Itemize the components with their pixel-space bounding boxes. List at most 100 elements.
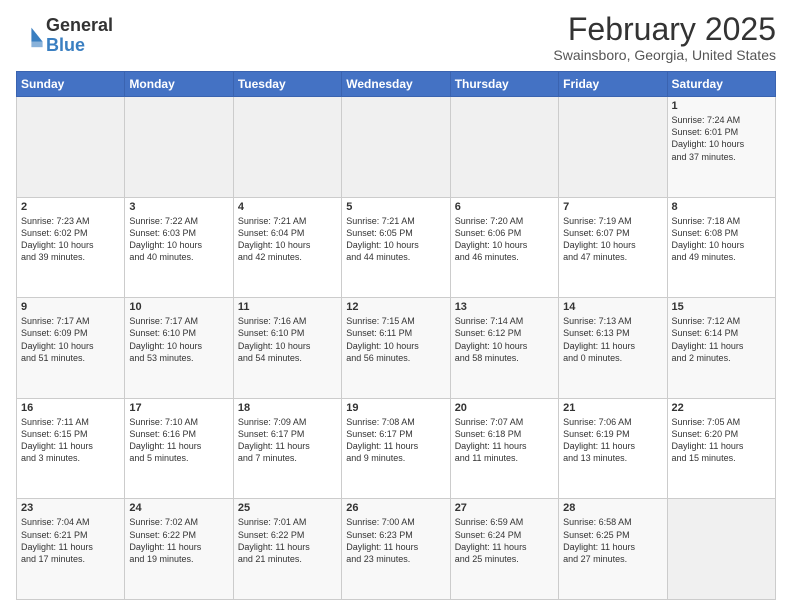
calendar-cell: 12 Sunrise: 7:15 AM Sunset: 6:11 PM Dayli…: [342, 298, 450, 399]
calendar-cell: 4Sunrise: 7:21 AM Sunset: 6:04 PM Daylig…: [233, 197, 341, 298]
day-info: Sunrise: 7:15 AM Sunset: 6:11 PM Dayligh…: [346, 315, 445, 364]
calendar-cell: 8 Sunrise: 7:18 AM Sunset: 6:08 PM Daylig…: [667, 197, 775, 298]
day-info: Sunrise: 7:18 AM Sunset: 6:08 PM Dayligh…: [672, 215, 771, 264]
calendar-cell: 16Sunrise: 7:11 AM Sunset: 6:15 PM Dayli…: [17, 398, 125, 499]
day-info: Sunrise: 7:01 AM Sunset: 6:22 PM Dayligh…: [238, 516, 337, 565]
logo: General Blue: [16, 16, 113, 56]
day-number: 25: [238, 502, 337, 514]
day-number: 8: [672, 201, 771, 213]
weekday-header: Thursday: [450, 72, 558, 97]
day-number: 3: [129, 201, 228, 213]
day-number: 4: [238, 201, 337, 213]
calendar-cell: 11 Sunrise: 7:16 AM Sunset: 6:10 PM Dayli…: [233, 298, 341, 399]
day-info: Sunrise: 7:12 AM Sunset: 6:14 PM Dayligh…: [672, 315, 771, 364]
day-number: 12: [346, 301, 445, 313]
calendar-cell: 23 Sunrise: 7:04 AM Sunset: 6:21 PM Dayli…: [17, 499, 125, 600]
weekday-header: Tuesday: [233, 72, 341, 97]
day-info: Sunrise: 7:23 AM Sunset: 6:02 PM Dayligh…: [21, 215, 120, 264]
calendar-cell: 24Sunrise: 7:02 AM Sunset: 6:22 PM Dayli…: [125, 499, 233, 600]
day-number: 18: [238, 402, 337, 414]
page: General Blue February 2025 Swainsboro, G…: [0, 0, 792, 612]
calendar-week-row: 1 Sunrise: 7:24 AM Sunset: 6:01 PM Daylig…: [17, 97, 776, 198]
day-info: Sunrise: 7:10 AM Sunset: 6:16 PM Dayligh…: [129, 416, 228, 465]
day-number: 13: [455, 301, 554, 313]
calendar-cell: 17 Sunrise: 7:10 AM Sunset: 6:16 PM Dayli…: [125, 398, 233, 499]
calendar-week-row: 16Sunrise: 7:11 AM Sunset: 6:15 PM Dayli…: [17, 398, 776, 499]
day-info: Sunrise: 7:08 AM Sunset: 6:17 PM Dayligh…: [346, 416, 445, 465]
day-info: Sunrise: 7:14 AM Sunset: 6:12 PM Dayligh…: [455, 315, 554, 364]
title-block: February 2025 Swainsboro, Georgia, Unite…: [553, 12, 776, 63]
calendar-week-row: 9Sunrise: 7:17 AM Sunset: 6:09 PM Daylig…: [17, 298, 776, 399]
day-info: Sunrise: 7:20 AM Sunset: 6:06 PM Dayligh…: [455, 215, 554, 264]
day-number: 17: [129, 402, 228, 414]
calendar-cell: [125, 97, 233, 198]
calendar-cell: [233, 97, 341, 198]
day-info: Sunrise: 7:17 AM Sunset: 6:09 PM Dayligh…: [21, 315, 120, 364]
day-number: 24: [129, 502, 228, 514]
calendar-cell: [667, 499, 775, 600]
calendar-cell: 3 Sunrise: 7:22 AM Sunset: 6:03 PM Daylig…: [125, 197, 233, 298]
calendar-cell: 13 Sunrise: 7:14 AM Sunset: 6:12 PM Dayli…: [450, 298, 558, 399]
day-number: 6: [455, 201, 554, 213]
day-number: 10: [129, 301, 228, 313]
calendar-cell: 26 Sunrise: 7:00 AM Sunset: 6:23 PM Dayli…: [342, 499, 450, 600]
day-info: Sunrise: 7:00 AM Sunset: 6:23 PM Dayligh…: [346, 516, 445, 565]
weekday-header: Friday: [559, 72, 667, 97]
calendar-cell: 15Sunrise: 7:12 AM Sunset: 6:14 PM Dayli…: [667, 298, 775, 399]
calendar-cell: 9Sunrise: 7:17 AM Sunset: 6:09 PM Daylig…: [17, 298, 125, 399]
calendar-cell: 25 Sunrise: 7:01 AM Sunset: 6:22 PM Dayli…: [233, 499, 341, 600]
header: General Blue February 2025 Swainsboro, G…: [16, 12, 776, 63]
day-info: Sunrise: 7:17 AM Sunset: 6:10 PM Dayligh…: [129, 315, 228, 364]
calendar-cell: 10 Sunrise: 7:17 AM Sunset: 6:10 PM Dayli…: [125, 298, 233, 399]
calendar-cell: [450, 97, 558, 198]
calendar-cell: 7 Sunrise: 7:19 AM Sunset: 6:07 PM Daylig…: [559, 197, 667, 298]
day-info: Sunrise: 7:04 AM Sunset: 6:21 PM Dayligh…: [21, 516, 120, 565]
calendar-cell: 2 Sunrise: 7:23 AM Sunset: 6:02 PM Daylig…: [17, 197, 125, 298]
day-number: 28: [563, 502, 662, 514]
day-number: 21: [563, 402, 662, 414]
day-info: Sunrise: 7:22 AM Sunset: 6:03 PM Dayligh…: [129, 215, 228, 264]
month-title: February 2025: [553, 12, 776, 47]
day-number: 7: [563, 201, 662, 213]
day-number: 20: [455, 402, 554, 414]
logo-icon: [16, 22, 44, 50]
calendar-cell: 14 Sunrise: 7:13 AM Sunset: 6:13 PM Dayli…: [559, 298, 667, 399]
logo-blue-text: Blue: [46, 36, 113, 56]
day-info: Sunrise: 7:19 AM Sunset: 6:07 PM Dayligh…: [563, 215, 662, 264]
day-info: Sunrise: 7:24 AM Sunset: 6:01 PM Dayligh…: [672, 114, 771, 163]
day-info: Sunrise: 7:11 AM Sunset: 6:15 PM Dayligh…: [21, 416, 120, 465]
day-number: 1: [672, 100, 771, 112]
calendar-cell: 20Sunrise: 7:07 AM Sunset: 6:18 PM Dayli…: [450, 398, 558, 499]
weekday-header: Wednesday: [342, 72, 450, 97]
day-number: 2: [21, 201, 120, 213]
calendar-cell: 6 Sunrise: 7:20 AM Sunset: 6:06 PM Daylig…: [450, 197, 558, 298]
day-info: Sunrise: 7:21 AM Sunset: 6:05 PM Dayligh…: [346, 215, 445, 264]
day-info: Sunrise: 7:06 AM Sunset: 6:19 PM Dayligh…: [563, 416, 662, 465]
day-info: Sunrise: 7:13 AM Sunset: 6:13 PM Dayligh…: [563, 315, 662, 364]
calendar-cell: 1 Sunrise: 7:24 AM Sunset: 6:01 PM Daylig…: [667, 97, 775, 198]
location-title: Swainsboro, Georgia, United States: [553, 47, 776, 63]
weekday-header: Sunday: [17, 72, 125, 97]
day-info: Sunrise: 6:59 AM Sunset: 6:24 PM Dayligh…: [455, 516, 554, 565]
day-number: 22: [672, 402, 771, 414]
day-number: 23: [21, 502, 120, 514]
day-number: 14: [563, 301, 662, 313]
day-number: 5: [346, 201, 445, 213]
weekday-header: Saturday: [667, 72, 775, 97]
day-number: 26: [346, 502, 445, 514]
calendar-cell: [342, 97, 450, 198]
calendar-cell: 28Sunrise: 6:58 AM Sunset: 6:25 PM Dayli…: [559, 499, 667, 600]
calendar-cell: 22 Sunrise: 7:05 AM Sunset: 6:20 PM Dayli…: [667, 398, 775, 499]
calendar-cell: [559, 97, 667, 198]
calendar-week-row: 2 Sunrise: 7:23 AM Sunset: 6:02 PM Daylig…: [17, 197, 776, 298]
calendar-week-row: 23 Sunrise: 7:04 AM Sunset: 6:21 PM Dayli…: [17, 499, 776, 600]
calendar-header-row: SundayMondayTuesdayWednesdayThursdayFrid…: [17, 72, 776, 97]
calendar-cell: 27Sunrise: 6:59 AM Sunset: 6:24 PM Dayli…: [450, 499, 558, 600]
day-number: 11: [238, 301, 337, 313]
day-info: Sunrise: 7:05 AM Sunset: 6:20 PM Dayligh…: [672, 416, 771, 465]
day-number: 19: [346, 402, 445, 414]
day-info: Sunrise: 7:16 AM Sunset: 6:10 PM Dayligh…: [238, 315, 337, 364]
calendar-table: SundayMondayTuesdayWednesdayThursdayFrid…: [16, 71, 776, 600]
day-info: Sunrise: 7:09 AM Sunset: 6:17 PM Dayligh…: [238, 416, 337, 465]
weekday-header: Monday: [125, 72, 233, 97]
